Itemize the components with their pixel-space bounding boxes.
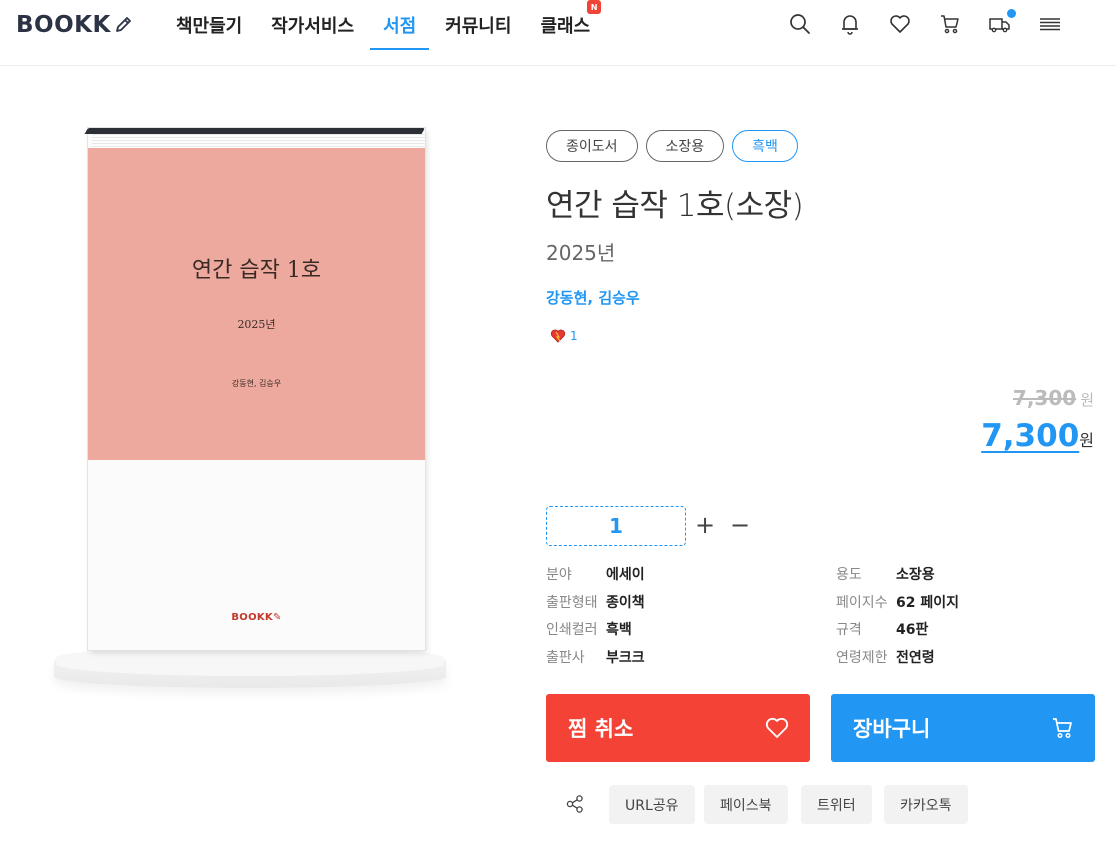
share-twitter-button[interactable]: 트위터	[801, 785, 872, 824]
add-to-cart-button[interactable]: 장바구니	[831, 694, 1095, 762]
cover-brand-text: BOOKK	[231, 612, 273, 623]
spec-label: 분야	[546, 567, 572, 583]
product-title: 연간 습작 1호(소장)	[546, 188, 804, 224]
spec-value: 부크크	[606, 650, 645, 666]
sale-price-value: 7,300	[981, 418, 1080, 454]
tag-paper-book[interactable]: 종이도서	[546, 130, 638, 162]
wishlist-cancel-button[interactable]: 찜 취소	[546, 694, 810, 762]
spec-size: 규격 46판	[836, 619, 928, 639]
spec-value: 종이책	[606, 595, 645, 611]
spec-label: 연령제한	[836, 650, 888, 666]
spec-value: 흑백	[606, 622, 632, 638]
share-facebook-button[interactable]: 페이스북	[704, 785, 788, 824]
nav-community[interactable]: 커뮤니티	[432, 0, 524, 50]
share-kakaotalk-button[interactable]: 카카오톡	[884, 785, 968, 824]
logo-text: BOOKK	[16, 12, 111, 38]
book-top-edge	[84, 128, 426, 134]
pencil-icon	[115, 17, 131, 32]
product-tags: 종이도서 소장용 흑백	[546, 130, 798, 162]
share-icon[interactable]	[565, 794, 585, 814]
menu-icon[interactable]	[1038, 12, 1062, 36]
wishlist-cancel-label: 찜 취소	[568, 717, 634, 741]
spec-label: 출판사	[546, 650, 585, 666]
cover-brand-logo: BOOKK✎	[231, 612, 282, 623]
display-stand-top	[56, 646, 444, 676]
spec-value: 46판	[896, 622, 929, 638]
bell-icon[interactable]	[838, 12, 862, 36]
quantity-plus-button[interactable]: +	[692, 511, 718, 539]
spec-genre: 분야 에세이	[546, 564, 645, 584]
nav-label: 커뮤니티	[445, 16, 512, 37]
spec-label: 용도	[836, 567, 862, 583]
spec-value: 소장용	[896, 567, 935, 583]
original-price: 7,300 원	[1013, 386, 1094, 410]
like-count-value: 1	[570, 329, 578, 343]
book-pages	[92, 132, 425, 148]
spec-label: 페이지수	[836, 595, 888, 611]
tag-black-white[interactable]: 흑백	[732, 130, 798, 162]
spec-label: 규격	[836, 622, 862, 638]
original-price-value: 7,300	[1012, 386, 1077, 410]
heart-icon[interactable]	[888, 12, 912, 36]
spec-usage: 용도 소장용	[836, 564, 935, 584]
like-count[interactable]: 1	[550, 329, 578, 343]
sale-price: 7,300원	[981, 418, 1094, 454]
spec-pages: 페이지수 62 페이지	[836, 592, 959, 612]
share-url-button[interactable]: URL공유	[609, 785, 695, 824]
cart-icon[interactable]	[938, 12, 962, 36]
spec-age-limit: 연령제한 전연령	[836, 647, 935, 667]
quantity-input[interactable]: 1	[546, 506, 686, 546]
spec-label: 출판형태	[546, 595, 598, 611]
tag-collection[interactable]: 소장용	[645, 130, 725, 162]
book-cover-image: 연간 습작 1호 2025년 강동현, 김승우 BOOKK✎	[52, 120, 452, 700]
spec-value: 62 페이지	[896, 595, 959, 611]
heart-outline-icon	[764, 716, 790, 745]
spec-label: 인쇄컬러	[546, 622, 598, 638]
sale-price-currency: 원	[1079, 431, 1094, 450]
nav-label: 책만들기	[176, 16, 243, 37]
cart-icon	[1051, 716, 1075, 745]
main-nav: 책만들기 작가서비스 서점 커뮤니티 클래스 N	[163, 0, 606, 50]
cover-title: 연간 습작 1호	[191, 258, 322, 283]
notification-dot	[1007, 9, 1016, 18]
cover-authors: 강동현, 김승우	[231, 379, 282, 388]
truck-icon[interactable]	[988, 9, 1016, 36]
book-cover-panel: 연간 습작 1호 2025년 강동현, 김승우	[88, 148, 425, 460]
spec-value: 전연령	[896, 650, 935, 666]
bookk-logo[interactable]: BOOKK	[16, 10, 134, 40]
nav-label: 서점	[383, 16, 417, 37]
product-subtitle: 2025년	[546, 241, 616, 265]
nav-author-service[interactable]: 작가서비스	[258, 0, 367, 50]
nav-label: 클래스	[540, 16, 591, 37]
add-to-cart-label: 장바구니	[853, 717, 931, 741]
spec-print-color: 인쇄컬러 흑백	[546, 619, 632, 639]
new-badge: N	[587, 0, 602, 14]
spec-format: 출판형태 종이책	[546, 592, 645, 612]
cover-year: 2025년	[237, 318, 276, 331]
nav-label: 작가서비스	[271, 16, 355, 37]
heart-fill-icon	[550, 329, 566, 343]
spec-value: 에세이	[606, 567, 645, 583]
search-icon[interactable]	[788, 12, 812, 36]
original-price-currency: 원	[1080, 391, 1094, 409]
spec-publisher: 출판사 부크크	[546, 647, 645, 667]
site-header: BOOKK 책만들기 작가서비스 서점 커뮤니티 클래스 N	[0, 0, 1116, 66]
nav-make-book[interactable]: 책만들기	[163, 0, 255, 50]
nav-class[interactable]: 클래스 N	[527, 0, 603, 50]
product-authors[interactable]: 강동현, 김승우	[546, 287, 640, 308]
quantity-minus-button[interactable]: −	[727, 511, 753, 539]
nav-bookstore[interactable]: 서점	[370, 0, 430, 50]
